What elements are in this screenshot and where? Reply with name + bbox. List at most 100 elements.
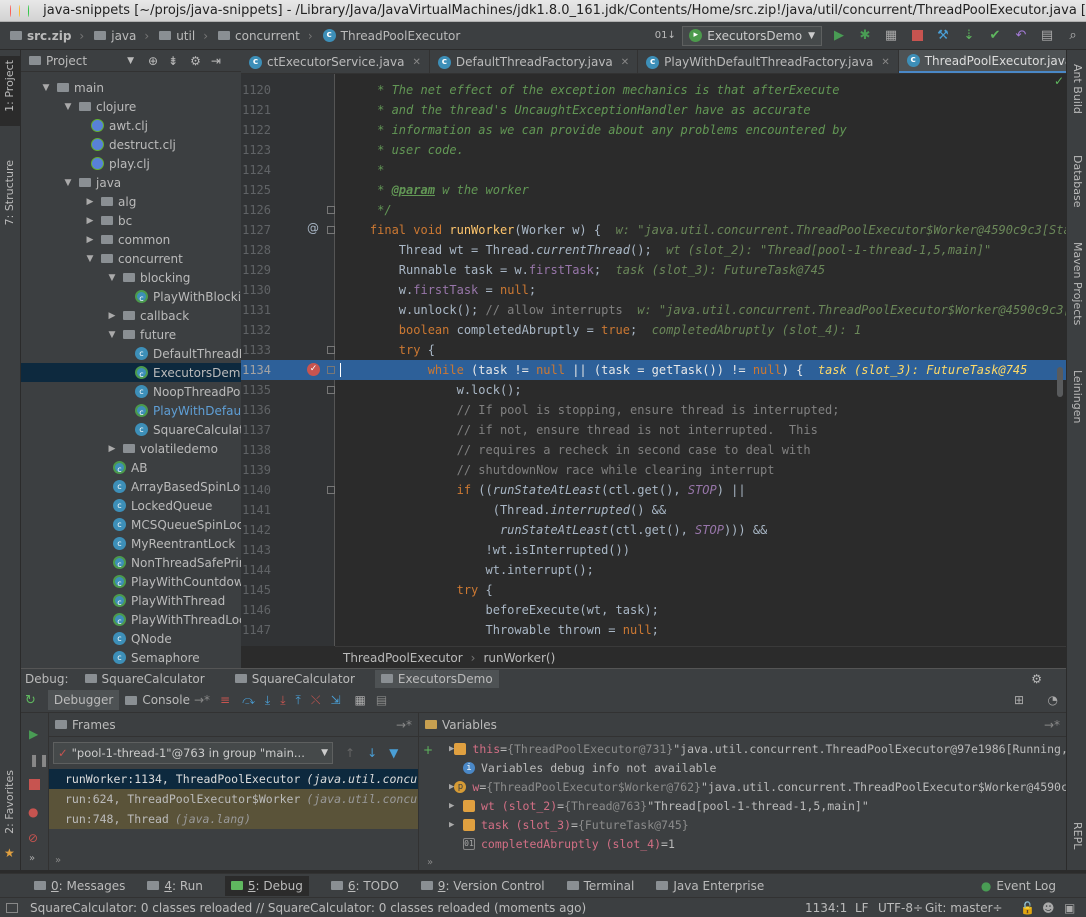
- fold-marker-icon[interactable]: [327, 366, 335, 374]
- stripe-favorites[interactable]: 2: Favorites: [3, 770, 16, 834]
- tree-item[interactable]: destruct.clj: [21, 135, 241, 154]
- variable-row[interactable]: ▶ this = {ThreadPoolExecutor@731} "java.u…: [419, 739, 1066, 758]
- tree-item[interactable]: c NoopThreadPool: [21, 382, 241, 401]
- nav-crumb-concurrent[interactable]: concurrent ›: [218, 29, 313, 43]
- force-step-into-icon[interactable]: ⤓: [280, 693, 285, 708]
- tree-item[interactable]: ▼ java: [21, 173, 241, 192]
- zoom-window-button[interactable]: [28, 4, 30, 17]
- thread-select[interactable]: ✓ "pool-1-thread-1"@763 in group "main..…: [53, 742, 333, 764]
- code-editor[interactable]: * The net effect of the exception mechan…: [335, 74, 1066, 646]
- tree-item[interactable]: c Semaphore: [21, 648, 241, 667]
- settings-icon[interactable]: ◔: [1048, 693, 1058, 707]
- tree-item[interactable]: ▶ alg: [21, 192, 241, 211]
- fold-marker-icon[interactable]: [327, 206, 335, 214]
- tree-item[interactable]: c NonThreadSafePrim: [21, 553, 241, 572]
- code-line[interactable]: */: [335, 200, 1066, 220]
- variable-row[interactable]: i Variables debug info not available: [419, 758, 1066, 777]
- trace-icon[interactable]: ▤: [376, 693, 387, 707]
- code-line[interactable]: wt.interrupt();: [335, 560, 1066, 580]
- code-line[interactable]: try {: [335, 580, 1066, 600]
- code-line[interactable]: try {: [335, 340, 1066, 360]
- collapsed-arrow-icon[interactable]: ▶: [85, 197, 95, 207]
- tree-item[interactable]: c SquareCalculat: [21, 420, 241, 439]
- hammer-icon[interactable]: ⚒: [934, 27, 952, 45]
- stack-frame[interactable]: runWorker:1134, ThreadPoolExecutor (java.…: [49, 769, 418, 789]
- run-to-cursor-icon[interactable]: ⇲: [330, 693, 340, 707]
- mute-breakpoints-icon[interactable]: ⊘: [28, 831, 38, 845]
- close-tab-icon[interactable]: ✕: [413, 57, 421, 68]
- tree-item[interactable]: ▼ future: [21, 325, 241, 344]
- fold-marker-icon[interactable]: [327, 346, 335, 354]
- more-icon[interactable]: »: [29, 853, 35, 864]
- breakpoint-icon[interactable]: ✓: [307, 363, 320, 376]
- expanded-arrow-icon[interactable]: ▼: [63, 102, 73, 112]
- stripe-project[interactable]: 1: Project: [3, 60, 16, 112]
- expanded-arrow-icon[interactable]: ▼: [85, 254, 95, 264]
- expanded-arrow-icon[interactable]: ▼: [107, 330, 117, 340]
- tree-item[interactable]: awt.clj: [21, 116, 241, 135]
- arrow-down-icon[interactable]: ↓: [367, 746, 377, 760]
- stop-icon[interactable]: [29, 779, 40, 790]
- session-tab-active[interactable]: ExecutorsDemo: [374, 669, 499, 688]
- session-tab[interactable]: SquareCalculator: [234, 672, 355, 686]
- tab-console[interactable]: Console →*: [125, 693, 210, 707]
- tree-item[interactable]: c PlayWithCountdown: [21, 572, 241, 591]
- tool-window-button[interactable]: Java Enterprise: [656, 879, 764, 893]
- tree-item[interactable]: c ExecutorsDemo: [21, 363, 241, 382]
- code-line[interactable]: !wt.isInterrupted()): [335, 540, 1066, 560]
- view-breakpoints-icon[interactable]: ●: [28, 805, 38, 819]
- code-line[interactable]: // requires a recheck in second case to …: [335, 440, 1066, 460]
- tree-item[interactable]: c QNode: [21, 629, 241, 648]
- line-separator[interactable]: LF: [855, 901, 869, 915]
- tree-item[interactable]: ▼ clojure: [21, 97, 241, 116]
- expanded-arrow-icon[interactable]: ▼: [63, 178, 73, 188]
- tree-item[interactable]: c PlayWithThread: [21, 591, 241, 610]
- tree-item[interactable]: c AB: [21, 458, 241, 477]
- vcs-commit-icon[interactable]: ✔: [986, 27, 1004, 45]
- collapsed-arrow-icon[interactable]: ▶: [107, 444, 117, 454]
- run-icon[interactable]: ▶: [830, 27, 848, 45]
- code-line[interactable]: * @param w the worker: [335, 180, 1066, 200]
- tool-window-button[interactable]: 4: Run: [147, 879, 203, 893]
- build-icon[interactable]: 01↓: [655, 27, 676, 45]
- editor-tab[interactable]: c ctExecutorService.java ✕: [241, 50, 430, 73]
- step-into-icon[interactable]: ⤓: [265, 693, 270, 708]
- more-icon[interactable]: »: [427, 857, 433, 868]
- gear-icon[interactable]: ⚙: [190, 54, 201, 68]
- new-watch-icon[interactable]: +: [423, 743, 433, 757]
- more-icon[interactable]: »: [55, 855, 61, 866]
- fold-marker-icon[interactable]: [327, 226, 335, 234]
- coverage-icon[interactable]: ▦: [882, 27, 900, 45]
- drop-frame-icon[interactable]: ⤬: [311, 693, 321, 708]
- hide-icon[interactable]: ⇥: [211, 54, 221, 68]
- code-line[interactable]: // shutdownNow race while clearing inter…: [335, 460, 1066, 480]
- tool-window-button[interactable]: 0: Messages: [34, 879, 125, 893]
- tree-item[interactable]: ▼ blocking: [21, 268, 241, 287]
- git-branch[interactable]: Git: master÷: [925, 901, 1003, 915]
- stack-frame[interactable]: run:748, Thread (java.lang): [49, 809, 418, 829]
- session-tab[interactable]: SquareCalculator: [84, 672, 205, 686]
- tree-item[interactable]: c LockedQueue: [21, 496, 241, 515]
- crumb-method[interactable]: runWorker(): [483, 651, 555, 665]
- rerun-icon[interactable]: ↻: [25, 693, 36, 708]
- editor-tab[interactable]: c PlayWithDefaultThreadFactory.java ✕: [638, 50, 899, 73]
- chevron-down-icon[interactable]: ▼: [127, 56, 134, 66]
- code-line[interactable]: w.unlock(); // allow interrupts w: "java…: [335, 300, 1066, 320]
- tree-item[interactable]: ▼ concurrent: [21, 249, 241, 268]
- show-execution-point-icon[interactable]: ≡: [220, 693, 230, 707]
- nav-crumb-util[interactable]: util ›: [159, 29, 208, 43]
- lock-icon[interactable]: 🔓: [1020, 901, 1035, 915]
- locate-icon[interactable]: ⊕: [148, 54, 158, 68]
- code-line[interactable]: (Thread.interrupted() &&: [335, 500, 1066, 520]
- stack-frame[interactable]: run:624, ThreadPoolExecutor$Worker (java.…: [49, 789, 418, 809]
- code-line[interactable]: Runnable task = w.firstTask; task (slot_…: [335, 260, 1066, 280]
- code-line[interactable]: * information as we can provide about an…: [335, 120, 1066, 140]
- evaluate-icon[interactable]: ▦: [355, 693, 366, 707]
- restore-layout-icon[interactable]: ⊞: [1014, 693, 1024, 707]
- tree-item[interactable]: c DefaultThreadF: [21, 344, 241, 363]
- tree-item[interactable]: ▶ common: [21, 230, 241, 249]
- close-tab-icon[interactable]: ✕: [621, 57, 629, 68]
- fold-marker-icon[interactable]: [327, 486, 335, 494]
- variable-row[interactable]: ▶ p w = {ThreadPoolExecutor$Worker@762} "j…: [419, 777, 1066, 796]
- stripe-structure[interactable]: 7: Structure: [3, 160, 16, 225]
